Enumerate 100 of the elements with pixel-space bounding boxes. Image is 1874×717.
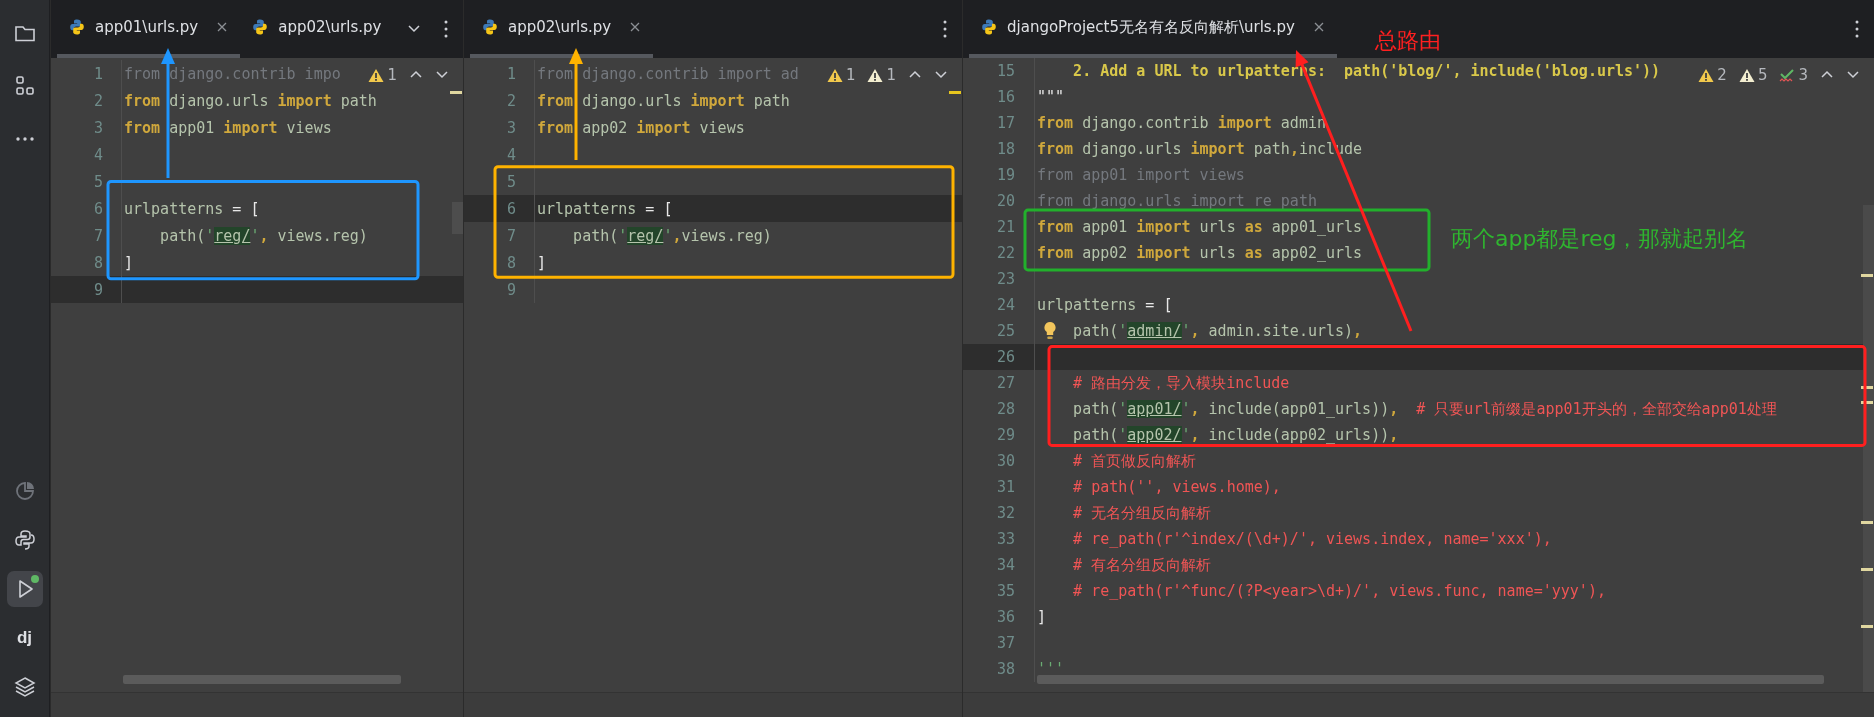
line-number: 26 [963,344,1035,370]
error-stripe-mark[interactable] [1861,567,1873,571]
line-number: 15 [963,58,1035,84]
code-line: path('reg/', views.reg) [159,225,368,247]
close-icon[interactable] [1312,21,1325,33]
code-line: # 路由分发，导入模块include [1072,372,1290,394]
code-line: # 有名分组反向解析 [1072,554,1212,576]
code-line: urlpatterns = [ [1036,295,1173,316]
python-file-icon [69,18,87,36]
code-line: from django.contrib import ad [536,63,799,85]
line-number: 38 [963,656,1035,682]
code-line: from django.urls import path [123,90,377,112]
error-stripe-mark[interactable] [1861,385,1873,389]
inspection-count[interactable]: 1 [368,66,397,84]
scrollbar-thumb[interactable] [1037,675,1824,684]
line-number: 8 [464,249,535,276]
line-number: 19 [963,162,1035,188]
more-icon[interactable] [1854,19,1860,39]
close-icon[interactable] [216,21,229,33]
code-line: urlpatterns = [ [123,198,260,220]
line-number: 37 [963,630,1035,656]
error-stripe-mark[interactable] [1861,520,1873,524]
line-number: 16 [963,84,1035,110]
inspection-count[interactable]: 1 [867,66,896,84]
python-file-icon [482,18,500,36]
line-number: 30 [963,448,1035,474]
line-number: 31 [963,474,1035,500]
code-line: # re_path(r'^func/(?P<year>\d+)/', views.func, name='yyy'), [1072,581,1606,602]
inspection-count[interactable]: 1 [826,66,856,84]
layers-icon [12,675,37,699]
line-number: 23 [963,266,1035,292]
line-number: 6 [51,195,122,222]
line-number: 6 [464,195,535,222]
code-line: from django.urls import path [536,90,790,112]
line-number: 9 [51,276,122,303]
code-line: from app01 import urls as app01_urls [1036,217,1363,238]
line-number: 33 [963,526,1035,552]
code-line: from app02 import urls as app02_urls [1036,243,1363,264]
inspection-count[interactable]: 2 [1698,66,1727,84]
line-number: 36 [963,604,1035,630]
code-line: # 首页做反向解析 [1072,450,1197,472]
close-icon[interactable] [629,21,642,33]
code-line: """ [1036,87,1065,108]
line-number: 28 [963,396,1035,422]
more-icon[interactable] [443,19,449,39]
code-line: from app01 import views [1036,165,1245,186]
line-number: 24 [963,292,1035,318]
line-number: 1 [464,60,535,87]
line-number: 20 [963,188,1035,214]
code-line: path('reg/',views.reg) [572,225,772,247]
python-icon [12,528,37,552]
code-line: ''' [1036,659,1065,680]
annotation-label: 总路由 [1375,27,1441,55]
code-line: ] [123,252,134,274]
error-stripe-mark[interactable] [1861,401,1873,405]
sidebar-tool-button[interactable]: dj [6,620,43,656]
annotation-label: 两个app都是reg，那就起别名 [1451,225,1749,254]
python-file-icon [981,18,999,36]
code-line: from django.contrib impo [123,63,341,85]
line-number: 2 [464,87,535,114]
line-number: 7 [464,222,535,249]
line-number: 27 [963,370,1035,396]
code-line: from app02 import views [536,117,745,139]
inspection-count[interactable]: 5 [1738,66,1768,84]
code-line: from django.contrib import admin [1036,113,1326,134]
line-number: 4 [51,141,122,168]
lightbulb-icon[interactable] [1043,321,1057,341]
line-number: 22 [963,240,1035,266]
code-line: path('app01/', include(app01_urls)), # 只要url前缀是app01开头的，全部交给app01处理 [1072,398,1777,420]
scrollbar-thumb[interactable] [1863,205,1874,692]
line-number: 3 [464,114,535,141]
code-line: ] [1036,607,1047,628]
code-line: from django.urls import re_path [1036,191,1317,212]
line-number: 18 [963,136,1035,162]
line-number: 9 [464,276,535,303]
code-line: # path('', views.home), [1072,477,1281,498]
line-number: 29 [963,422,1035,448]
code-line: # re_path(r'^index/(\d+)/', views.index, name='xxx'), [1072,529,1552,550]
error-stripe-mark[interactable] [1861,273,1873,277]
code-line: path('app02/', include(app02_urls)), [1072,425,1399,446]
code-line: from app01 import views [123,117,332,139]
error-stripe-mark[interactable] [1861,624,1873,628]
more-icon [15,136,34,142]
inspection-count[interactable]: 3 [1779,66,1808,84]
typo-icon [1779,67,1796,83]
line-number: 34 [963,552,1035,578]
line-number: 5 [51,168,122,195]
code-line: ] [536,252,547,274]
line-number: 4 [464,141,535,168]
scrollbar-thumb[interactable] [123,675,401,684]
line-number: 1 [51,60,122,87]
scrollbar-thumb[interactable] [452,202,463,234]
line-number: 21 [963,214,1035,240]
editor-tab[interactable]: app02\urls.py [240,0,394,58]
sidebar-tool-button[interactable] [6,571,43,607]
code-line: path('admin/', admin.site.urls), [1072,321,1363,342]
code-line: # 无名分组反向解析 [1072,502,1212,524]
more-icon[interactable] [942,19,948,39]
line-number: 32 [963,500,1035,526]
line-number: 35 [963,578,1035,604]
